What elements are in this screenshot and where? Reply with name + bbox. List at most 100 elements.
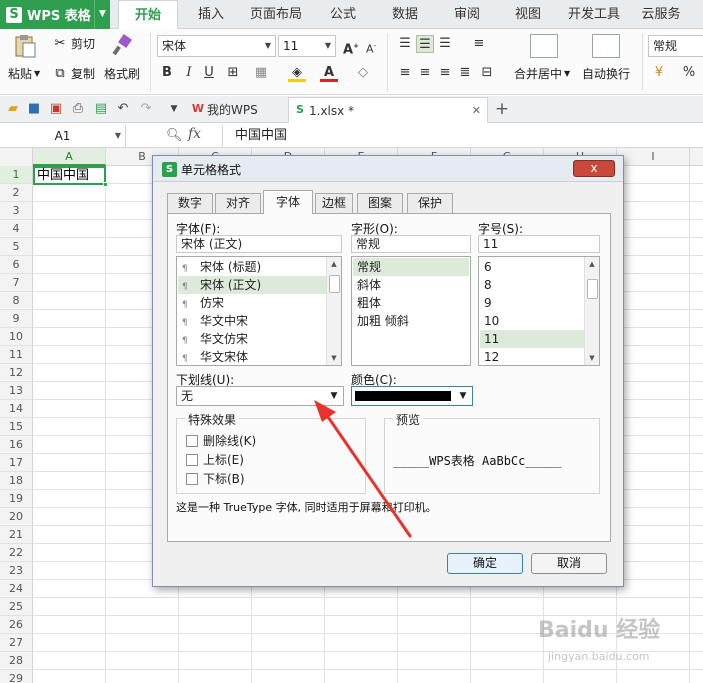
list-item[interactable]: 斜体 (353, 276, 469, 294)
dialog-title-bar[interactable]: S 单元格格式 x (153, 156, 623, 182)
ok-button[interactable]: 确定 (447, 553, 523, 574)
scroll-up-icon[interactable]: ▲ (585, 258, 599, 270)
tab-alignment[interactable]: 对齐 (215, 193, 261, 213)
row-header[interactable]: 3 (0, 202, 33, 220)
doc-tab-1-xlsx[interactable]: S 1.xlsx * ✕ (288, 97, 488, 123)
wrap-text-button[interactable]: 自动换行 (582, 65, 630, 82)
row-header[interactable]: 25 (0, 598, 33, 616)
style-list[interactable]: 常规 斜体 粗体 加粗 倾斜 (351, 256, 471, 366)
format-painter-button[interactable]: 格式刷 (104, 65, 140, 82)
size-input[interactable]: 11 (478, 235, 600, 253)
name-box[interactable]: A1 ▼ (0, 125, 126, 147)
chevron-down-icon[interactable]: ▼ (94, 0, 110, 29)
tab-home[interactable]: 开始 (118, 0, 178, 29)
percent-button[interactable]: % (680, 64, 698, 82)
row-header[interactable]: 24 (0, 580, 33, 598)
row-header[interactable]: 8 (0, 292, 33, 310)
new-tab-icon[interactable]: + (494, 101, 510, 118)
column-header[interactable]: I (617, 148, 690, 166)
paste-button[interactable]: 粘贴 ▼ (8, 65, 40, 82)
app-menu-button[interactable]: S WPS 表格 ▼ (0, 0, 110, 29)
grow-font-icon[interactable]: A+ (342, 37, 360, 57)
merge-center-button[interactable]: 合并居中 ▼ (514, 65, 570, 82)
list-item[interactable]: ¶ 宋体 (标题) (178, 258, 326, 276)
clear-format-icon[interactable]: ◇ (354, 64, 372, 82)
font-name-combo[interactable]: 宋体 ▼ (157, 35, 276, 57)
tab-pattern[interactable]: 图案 (357, 193, 403, 213)
italic-icon[interactable]: I (180, 64, 198, 82)
checkbox-box[interactable] (186, 472, 198, 485)
align-middle-icon[interactable]: ☰ (416, 35, 434, 53)
list-item[interactable]: 6 (480, 258, 584, 276)
justify-icon[interactable]: ≣ (456, 64, 474, 82)
tab-view[interactable]: 视图 (507, 0, 549, 29)
dialog-close-button[interactable]: x (573, 160, 615, 177)
scroll-down-icon[interactable]: ▼ (327, 352, 341, 364)
scroll-up-icon[interactable]: ▲ (327, 258, 341, 270)
row-header[interactable]: 18 (0, 472, 33, 490)
format-painter-icon[interactable] (110, 33, 136, 59)
row-header[interactable]: 22 (0, 544, 33, 562)
chevron-down-icon[interactable]: ▼ (454, 387, 472, 405)
underline-icon[interactable]: U (200, 64, 218, 82)
list-item[interactable]: ¶ 华文仿宋 (178, 330, 326, 348)
list-item[interactable]: 10 (480, 312, 584, 330)
row-header[interactable]: 7 (0, 274, 33, 292)
list-item[interactable]: 加粗 倾斜 (353, 312, 469, 330)
underline-select[interactable]: 无 ▼ (176, 386, 344, 406)
align-left-icon[interactable]: ≡ (396, 64, 414, 82)
row-header[interactable]: 28 (0, 652, 33, 670)
checkbox-box[interactable] (186, 434, 198, 447)
color-select[interactable]: ▼ (351, 386, 473, 406)
size-list-scrollbar[interactable]: ▲ ▼ (584, 257, 599, 365)
row-header[interactable]: 20 (0, 508, 33, 526)
doc-tab-my-wps[interactable]: W 我的WPS (187, 97, 279, 123)
row-header[interactable]: 27 (0, 634, 33, 652)
column-header[interactable]: A (33, 148, 106, 166)
redo-icon[interactable]: ↷ (138, 101, 154, 117)
tab-review[interactable]: 审阅 (446, 0, 488, 29)
copy-button[interactable]: ⧉ 复制 (52, 65, 95, 82)
row-header[interactable]: 14 (0, 400, 33, 418)
font-list[interactable]: ¶ 宋体 (标题) ¶ 宋体 (正文) ¶ 仿宋 ¶ 华文中宋 ¶ 华文仿宋 ¶ 华文宋体 ▲ ▼ (176, 256, 342, 366)
row-header[interactable]: 5 (0, 238, 33, 256)
list-item[interactable]: ¶ 宋体 (正文) (178, 276, 326, 294)
tab-protection[interactable]: 保护 (407, 193, 453, 213)
currency-icon[interactable]: ¥ (650, 64, 668, 82)
tab-developer[interactable]: 开发工具 (566, 0, 622, 29)
list-item[interactable]: ¶ 华文宋体 (178, 348, 326, 365)
open-folder-icon[interactable]: ▰ (5, 101, 21, 117)
fill-color-icon[interactable]: ◈ (288, 64, 306, 82)
align-top-icon[interactable]: ☰ (396, 35, 414, 53)
list-item[interactable]: 12 (480, 348, 584, 365)
fx-button[interactable]: fx (188, 126, 201, 142)
close-icon[interactable]: ✕ (472, 98, 481, 124)
orientation-icon[interactable]: ≡ (470, 35, 488, 53)
row-header[interactable]: 4 (0, 220, 33, 238)
checkbox-box[interactable] (186, 453, 198, 466)
font-color-icon[interactable]: A (320, 64, 338, 82)
tab-formulas[interactable]: 公式 (322, 0, 364, 29)
row-header[interactable]: 29 (0, 670, 33, 683)
cut-button[interactable]: ✂ 剪切 (52, 35, 95, 52)
row-header[interactable]: 21 (0, 526, 33, 544)
bold-icon[interactable]: B (158, 64, 176, 82)
formula-input[interactable]: 中国中国 (222, 125, 702, 147)
shrink-font-icon[interactable]: A- (362, 37, 380, 56)
row-header[interactable]: 15 (0, 418, 33, 436)
tab-font[interactable]: 字体 (263, 190, 313, 214)
print-icon[interactable]: ⎙ (70, 101, 86, 117)
row-header[interactable]: 19 (0, 490, 33, 508)
row-header[interactable]: 12 (0, 364, 33, 382)
chevron-down-icon[interactable]: ▼ (261, 36, 275, 56)
subscript-checkbox[interactable]: 下标(B) (186, 470, 245, 487)
tab-border[interactable]: 边框 (315, 193, 353, 213)
merge-center-icon[interactable] (530, 34, 558, 58)
undo-icon[interactable]: ↶ (115, 101, 131, 117)
superscript-checkbox[interactable]: 上标(E) (186, 451, 244, 468)
cancel-button[interactable]: 取消 (531, 553, 607, 574)
chevron-down-icon[interactable]: ▼ (115, 125, 121, 147)
row-header[interactable]: 2 (0, 184, 33, 202)
distributed-icon[interactable]: ⊟ (478, 64, 496, 82)
tab-insert[interactable]: 插入 (190, 0, 232, 29)
